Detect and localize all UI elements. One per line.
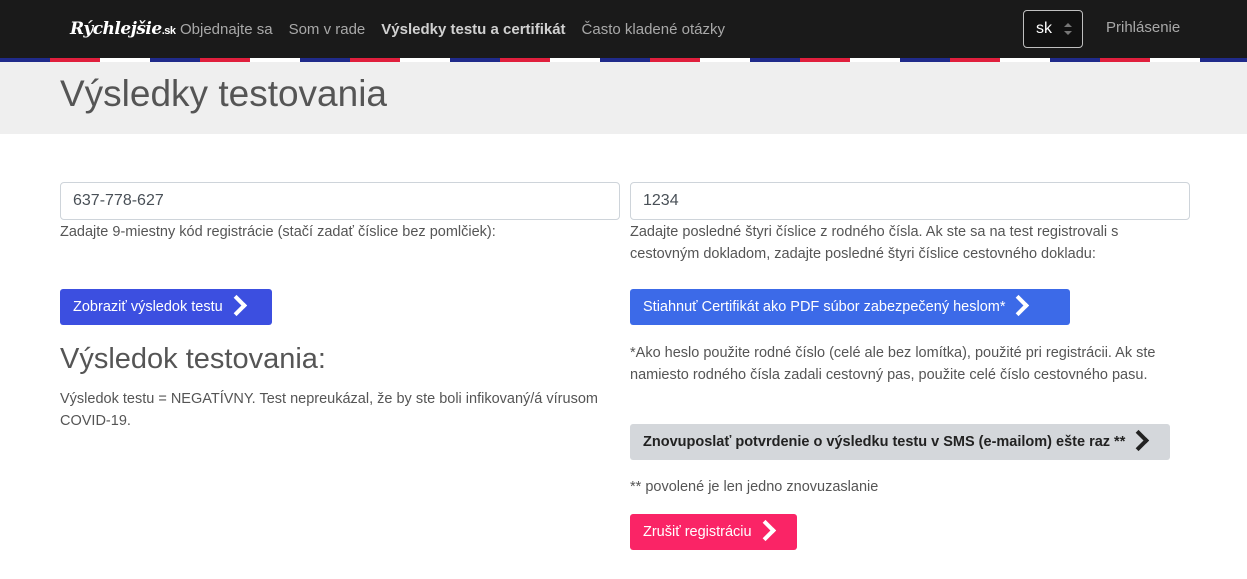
download-certificate-label: Stiahnuť Certifikát ako PDF súbor zabezp… [643, 299, 1006, 315]
select-arrows-icon [1064, 23, 1072, 35]
login-link[interactable]: Prihlásenie [1106, 19, 1180, 36]
id-digits-input[interactable]: 1234 [630, 182, 1190, 220]
nav-link-faq[interactable]: Často kladené otázky [582, 21, 725, 38]
registration-code-help: Zadajte 9-miestny kód registrácie (stačí… [60, 224, 496, 240]
nav-link-results[interactable]: Výsledky testu a certifikát [381, 21, 565, 38]
brand-name: Rýchlejšie [70, 19, 162, 39]
resend-confirmation-label: Znovuposlať potvrdenie o výsledku testu … [643, 434, 1126, 450]
nav-links: Objednajte sa Som v rade Výsledky testu … [180, 0, 741, 58]
page-title: Výsledky testovania [60, 73, 388, 114]
result-text: Výsledok testu = NEGATÍVNY. Test nepreuk… [60, 391, 598, 429]
top-navbar: Rýchlejšie.sk Objednajte sa Som v rade V… [0, 0, 1247, 58]
chevron-right-icon [1131, 430, 1145, 450]
show-result-button[interactable]: Zobraziť výsledok testu [60, 289, 272, 325]
resend-confirmation-button[interactable]: Znovuposlať potvrdenie o výsledku testu … [630, 424, 1170, 460]
download-certificate-button[interactable]: Stiahnuť Certifikát ako PDF súbor zabezp… [630, 289, 1070, 325]
language-select[interactable]: sk [1023, 10, 1083, 48]
chevron-right-icon [229, 295, 243, 315]
resend-note: ** povolené je len jedno znovuzaslanie [630, 479, 879, 495]
registration-code-input[interactable]: 637-778-627 [60, 182, 620, 220]
cancel-registration-button[interactable]: Zrušiť registráciu [630, 514, 797, 550]
result-heading: Výsledok testovania: [60, 343, 326, 375]
language-value: sk [1036, 20, 1052, 37]
id-digits-help: Zadajte posledné štyri číslice z rodného… [630, 224, 1119, 262]
cancel-registration-label: Zrušiť registráciu [643, 524, 752, 540]
brand-suffix: .sk [161, 25, 176, 37]
nav-link-order[interactable]: Objednajte sa [180, 21, 273, 38]
nav-link-queue[interactable]: Som v rade [289, 21, 366, 38]
show-result-label: Zobraziť výsledok testu [73, 299, 223, 315]
brand-logo[interactable]: Rýchlejšie.sk [70, 15, 176, 43]
chevron-right-icon [758, 520, 772, 540]
chevron-right-icon [1011, 295, 1025, 315]
page-header: Výsledky testovania [0, 62, 1247, 134]
password-note: *Ako heslo použite rodné číslo (celé ale… [630, 345, 1156, 383]
